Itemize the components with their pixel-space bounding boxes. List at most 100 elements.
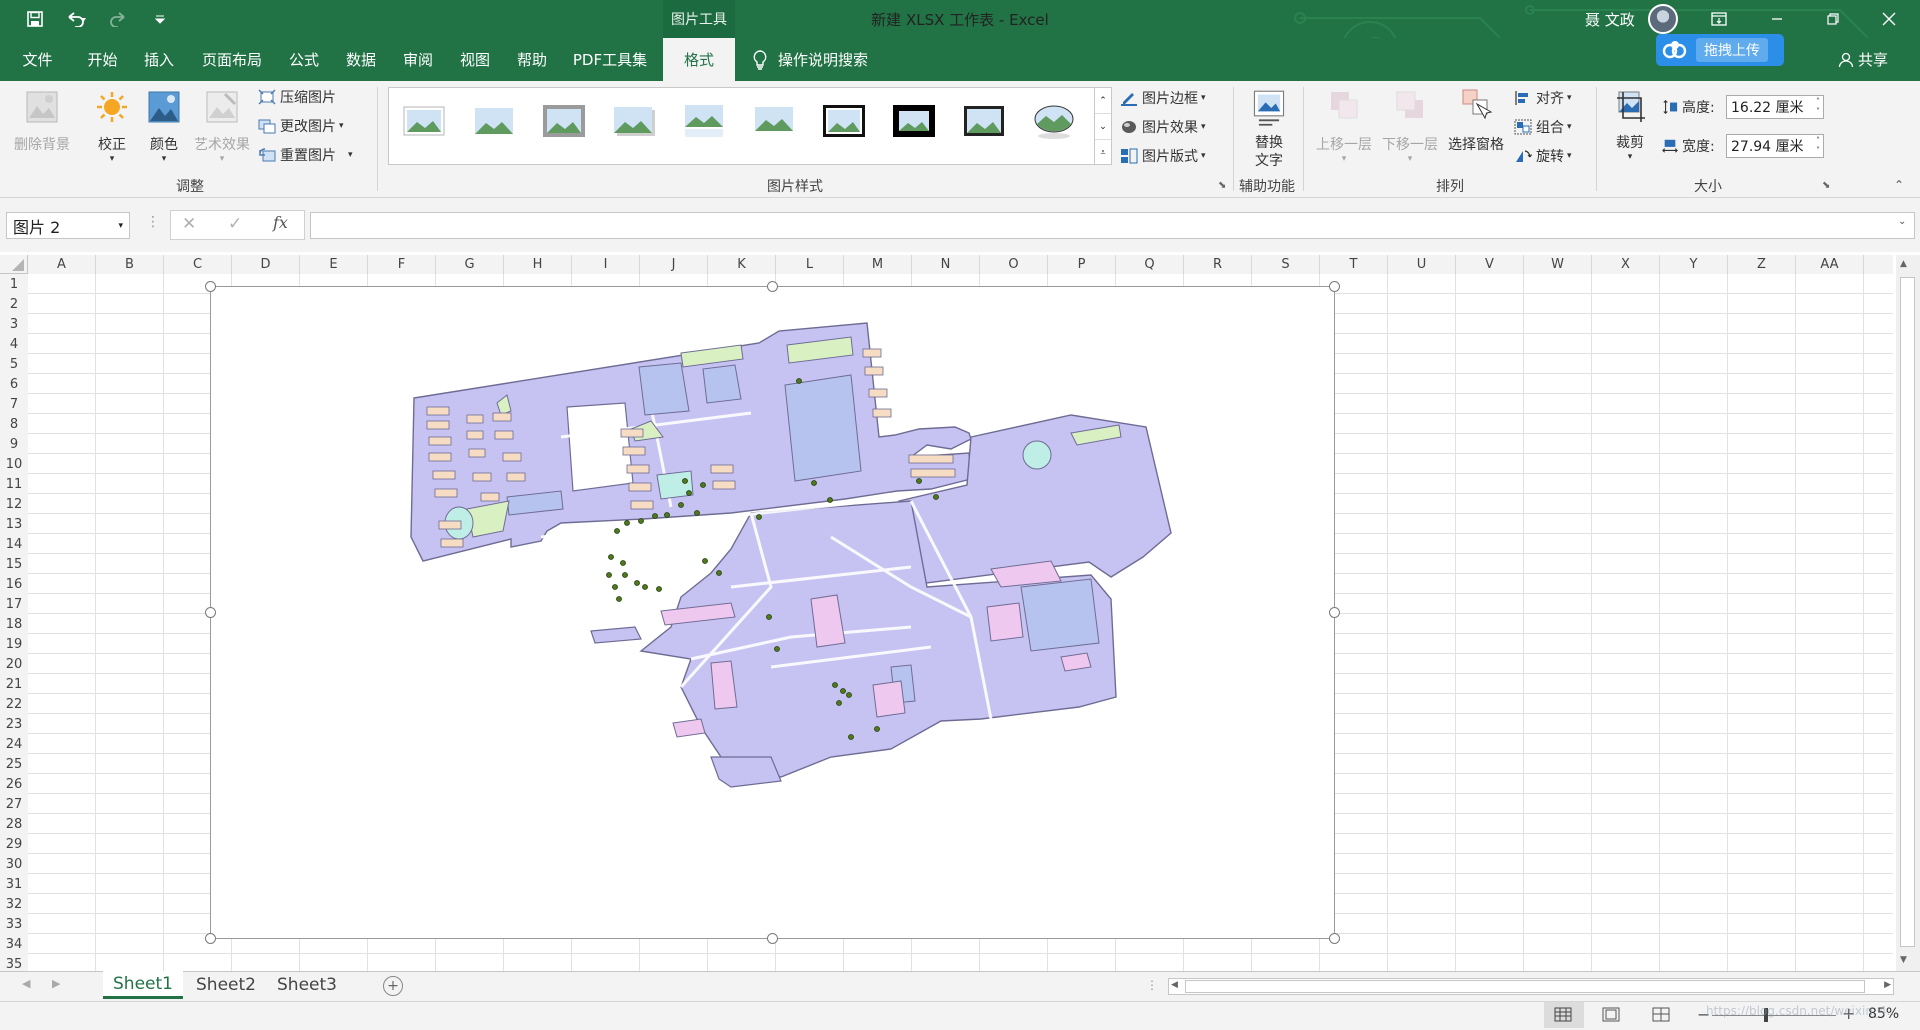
dialog-launcher-icon[interactable]: ⬊ [1218,180,1226,191]
style-soft-edge[interactable] [471,102,517,140]
dialog-launcher-icon[interactable]: ⬊ [1822,180,1830,191]
style-soft-reflection[interactable] [751,102,797,140]
next-sheet-icon[interactable]: ▶ [52,977,60,990]
page-break-view-icon[interactable] [1652,1007,1670,1026]
width-input[interactable]: 27.94 厘米 ˄ ˅ [1726,134,1824,158]
tab-data[interactable]: 数据 [335,38,387,81]
name-box[interactable]: 图片 2 ▾ [6,212,130,239]
normal-view-icon[interactable] [1554,1007,1572,1026]
column-header-J[interactable]: J [640,255,708,274]
tab-home[interactable]: 开始 [75,38,130,81]
undo-icon[interactable] [58,0,94,38]
alt-text-button[interactable]: 替换 文字 [1244,88,1294,170]
ribbon-display-icon[interactable] [1696,0,1742,38]
color-button[interactable]: 颜色 ▾ [140,90,188,164]
column-header-T[interactable]: T [1320,255,1388,274]
spinner-arrows-icon[interactable]: ˄ ˅ [1816,136,1820,156]
column-header-K[interactable]: K [708,255,776,274]
picture-styles-gallery[interactable] [388,87,1096,165]
style-simple-black-frame[interactable] [961,102,1007,140]
column-header-E[interactable]: E [300,255,368,274]
column-header-D[interactable]: D [232,255,300,274]
row-header-1[interactable]: 1 [0,274,28,294]
sheet-tab-2[interactable]: Sheet2 [186,971,266,999]
column-header-C[interactable]: C [164,255,232,274]
change-picture-button[interactable]: 更改图片 ▾ [258,115,344,137]
style-reflected[interactable] [681,102,727,140]
row-header-10[interactable]: 10 [0,454,28,474]
row-header-31[interactable]: 31 [0,874,28,894]
column-header-S[interactable]: S [1252,255,1320,274]
resize-handle-bottom-right[interactable] [1329,933,1340,944]
picture-effects-button[interactable]: 图片效果 ▾ [1120,116,1206,138]
tab-insert[interactable]: 插入 [133,38,185,81]
customize-qat-icon[interactable] [150,0,170,38]
column-header-AA[interactable]: AA [1796,255,1864,274]
style-thick-matte[interactable] [541,102,587,140]
selected-picture[interactable] [205,281,1340,944]
column-header-O[interactable]: O [980,255,1048,274]
row-header-28[interactable]: 28 [0,814,28,834]
share-button[interactable]: 共享 [1838,38,1888,81]
row-header-32[interactable]: 32 [0,894,28,914]
resize-handle-top[interactable] [767,281,778,292]
chevron-down-icon[interactable]: ⌄ [1095,114,1111,140]
row-header-17[interactable]: 17 [0,594,28,614]
row-header-12[interactable]: 12 [0,494,28,514]
tab-review[interactable]: 审阅 [392,38,444,81]
style-simple-frame[interactable] [401,102,447,140]
row-header-21[interactable]: 21 [0,674,28,694]
reset-picture-button[interactable]: 重置图片 ▾ [258,144,353,166]
style-thick-black-frame[interactable] [891,102,937,140]
spinner-arrows-icon[interactable]: ˄ ˅ [1816,97,1820,117]
column-header-N[interactable]: N [912,255,980,274]
worksheet-grid[interactable] [28,274,1893,971]
collapse-ribbon-icon[interactable]: ⌃ [1894,178,1904,192]
scroll-right-icon[interactable]: ▶ [1884,980,1891,990]
row-header-22[interactable]: 22 [0,694,28,714]
minimize-icon[interactable] [1754,0,1800,38]
vertical-scrollbar[interactable]: ▲ ▼ [1896,255,1920,971]
column-header-Q[interactable]: Q [1116,255,1184,274]
picture-layout-button[interactable]: 图片版式 ▾ [1120,145,1206,167]
picture-border-button[interactable]: 图片边框 ▾ [1120,87,1206,109]
chevron-up-icon[interactable]: ⌃ [1095,88,1111,114]
row-header-2[interactable]: 2 [0,294,28,314]
row-header-25[interactable]: 25 [0,754,28,774]
column-header-V[interactable]: V [1456,255,1524,274]
scroll-down-icon[interactable]: ▼ [1900,955,1907,965]
compress-pictures-button[interactable]: 压缩图片 [258,86,336,108]
row-header-34[interactable]: 34 [0,934,28,954]
column-header-F[interactable]: F [368,255,436,274]
sheet-tab-3[interactable]: Sheet3 [266,971,348,999]
resize-handle-bottom-left[interactable] [205,933,216,944]
tab-file[interactable]: 文件 [10,38,65,81]
insert-function-icon[interactable]: fx [273,213,288,232]
align-button[interactable]: 对齐 ▾ [1514,87,1572,109]
corrections-button[interactable]: 校正 ▾ [88,90,136,164]
row-header-29[interactable]: 29 [0,834,28,854]
rotate-button[interactable]: 旋转 ▾ [1514,145,1572,167]
row-header-18[interactable]: 18 [0,614,28,634]
splitter-icon[interactable]: ⋮ [1146,978,1158,992]
column-header-L[interactable]: L [776,255,844,274]
style-oval[interactable] [1031,102,1077,140]
row-header-13[interactable]: 13 [0,514,28,534]
formula-input[interactable] [310,212,1915,239]
add-sheet-icon[interactable]: + [383,976,403,996]
tab-formulas[interactable]: 公式 [278,38,330,81]
resize-handle-right[interactable] [1329,607,1340,618]
page-layout-view-icon[interactable] [1602,1007,1620,1026]
column-header-W[interactable]: W [1524,255,1592,274]
scroll-up-icon[interactable]: ▲ [1900,259,1907,269]
row-header-14[interactable]: 14 [0,534,28,554]
row-header-30[interactable]: 30 [0,854,28,874]
chevron-down-icon[interactable]: ▾ [118,221,123,231]
row-header-5[interactable]: 5 [0,354,28,374]
row-header-11[interactable]: 11 [0,474,28,494]
column-header-M[interactable]: M [844,255,912,274]
tell-me-search[interactable]: 操作说明搜索 [752,38,868,81]
column-header-U[interactable]: U [1388,255,1456,274]
tab-page-layout[interactable]: 页面布局 [192,38,272,81]
resize-handle-top-left[interactable] [205,281,216,292]
